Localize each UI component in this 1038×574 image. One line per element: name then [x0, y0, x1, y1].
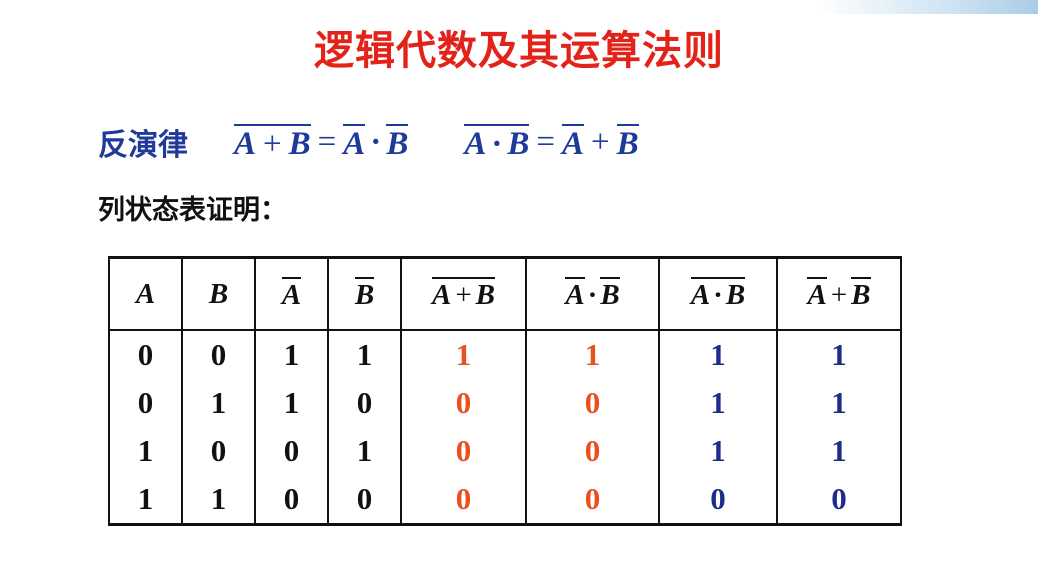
header-b: B: [181, 256, 256, 331]
formula-1: A + B = A · B: [234, 123, 409, 162]
slide-corner-accent: [818, 0, 1038, 14]
table-row: 0 0 1 1 1 1 1 1: [108, 330, 902, 379]
law-label: 反演律: [98, 128, 188, 163]
cell-not-a-plus-not-b: 1: [776, 330, 902, 379]
cell-not-a-plus-b: 0: [400, 379, 527, 427]
de-morgan-law-row: 反演律 A + B = A · B A · B = A + B: [98, 112, 639, 172]
cell-not-a-dot-b: 1: [658, 330, 778, 379]
formula-2-not-b: B: [616, 123, 639, 162]
cell-b: 1: [181, 475, 256, 526]
header-a: A: [108, 256, 183, 331]
cell-a: 0: [108, 330, 183, 379]
cell-not-a-dot-not-b: 1: [525, 330, 660, 379]
cell-not-a: 0: [254, 427, 329, 475]
cell-a: 1: [108, 427, 183, 475]
cell-b: 0: [181, 330, 256, 379]
formula-1-lhs: A + B: [234, 123, 311, 162]
truth-table: A B A B A + B A · B A · B A + B 0 0 1 1 1 1 1 1 …: [108, 256, 902, 526]
header-not-a-dot-b: A · B: [658, 256, 778, 331]
formula-2-lhs: A · B: [464, 123, 530, 162]
formula-2-not-a: A: [562, 123, 585, 162]
header-not-a-dot-not-b: A · B: [525, 256, 660, 331]
cell-not-a-dot-b: 1: [658, 379, 778, 427]
formula-2-equals: =: [536, 123, 555, 160]
cell-not-a-dot-not-b: 0: [525, 475, 660, 526]
cell-not-a-plus-not-b: 1: [776, 379, 902, 427]
cell-not-a-plus-b: 0: [400, 475, 527, 526]
cell-not-a-plus-b: 0: [400, 427, 527, 475]
header-not-b: B: [327, 256, 402, 331]
header-not-a-plus-b: A + B: [400, 256, 527, 331]
cell-not-b: 0: [327, 475, 402, 526]
header-not-a: A: [254, 256, 329, 331]
formula-1-equals: =: [317, 123, 337, 160]
cell-not-a-dot-not-b: 0: [525, 379, 660, 427]
formula-1-dot: ·: [370, 123, 382, 160]
table-row: 1 1 0 0 0 0 0 0: [108, 475, 902, 526]
cell-not-a-plus-not-b: 1: [776, 427, 902, 475]
table-row: 0 1 1 0 0 0 1 1: [108, 379, 902, 427]
cell-not-a-dot-b: 0: [658, 475, 778, 526]
proof-label: 列状态表证明：: [98, 195, 287, 226]
cell-not-b: 0: [327, 379, 402, 427]
truth-table-header: A B A B A + B A · B A · B A + B: [108, 256, 902, 331]
formula-1-not-a: A: [343, 123, 366, 162]
formula-2: A · B = A + B: [464, 123, 639, 162]
cell-not-a: 0: [254, 475, 329, 526]
cell-not-b: 1: [327, 427, 402, 475]
cell-not-b: 1: [327, 330, 402, 379]
formula-2-plus: +: [591, 123, 610, 160]
cell-not-a: 1: [254, 379, 329, 427]
cell-not-a: 1: [254, 330, 329, 379]
cell-a: 0: [108, 379, 183, 427]
cell-not-a-dot-b: 1: [658, 427, 778, 475]
formula-1-not-b: B: [386, 123, 409, 162]
cell-not-a-dot-not-b: 0: [525, 427, 660, 475]
header-not-a-plus-not-b: A + B: [776, 256, 902, 331]
cell-b: 0: [181, 427, 256, 475]
table-row: 1 0 0 1 0 0 1 1: [108, 427, 902, 475]
cell-a: 1: [108, 475, 183, 526]
cell-not-a-plus-b: 1: [400, 330, 527, 379]
cell-b: 1: [181, 379, 256, 427]
slide-title: 逻辑代数及其运算法则: [314, 28, 724, 74]
cell-not-a-plus-not-b: 0: [776, 475, 902, 526]
